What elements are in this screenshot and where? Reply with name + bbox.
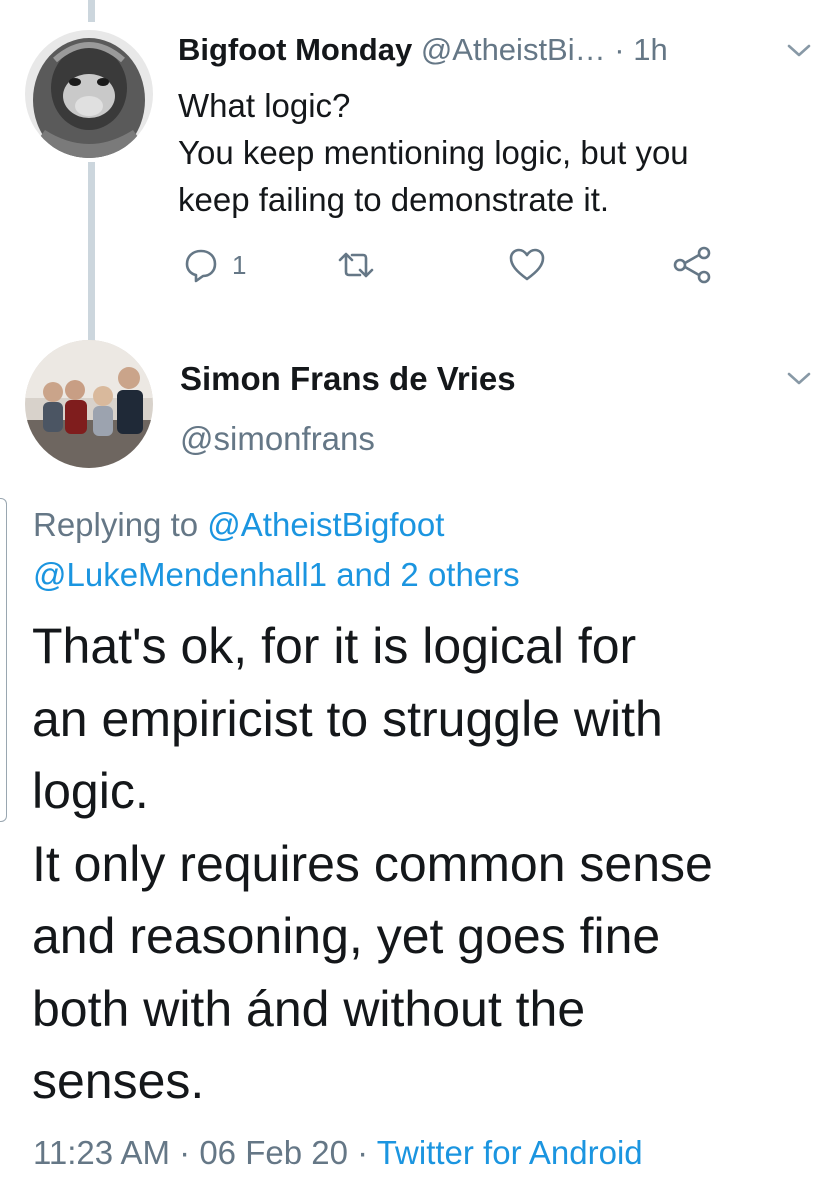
retweet-button[interactable] — [336, 246, 376, 284]
replying-prefix: Replying to — [33, 506, 199, 543]
separator-dot: · — [357, 1134, 369, 1171]
reply-icon — [185, 249, 217, 283]
tweet-text: What logic? You keep mentioning logic, b… — [178, 82, 798, 223]
reply-count: 1 — [232, 249, 247, 280]
tweet-line: logic. — [32, 763, 149, 819]
display-name[interactable]: Bigfoot Monday — [178, 32, 412, 67]
tweet-time: 11:23 AM — [33, 1134, 170, 1171]
tweet-header: Bigfoot Monday @AtheistBi… · 1h — [178, 28, 668, 72]
mention-link[interactable]: @AtheistBigfoot — [207, 506, 444, 543]
tweet-line: and reasoning, yet goes fine — [32, 908, 661, 964]
share-icon — [673, 246, 711, 284]
share-button[interactable] — [672, 246, 712, 284]
display-name[interactable]: Simon Frans de Vries — [180, 355, 516, 403]
like-icon — [509, 248, 545, 281]
replying-to: Replying to @AtheistBigfoot @LukeMendenh… — [33, 500, 813, 600]
tweet-line: senses. — [32, 1053, 205, 1109]
avatar-simon-frans[interactable] — [25, 340, 153, 468]
user-handle[interactable]: @AtheistBi… — [421, 32, 606, 67]
tweet-line: It only requires common sense — [32, 835, 713, 892]
tweet-line: both with ánd without the — [32, 980, 586, 1037]
tweet-date: 06 Feb 20 — [199, 1134, 348, 1171]
tweet-line: keep failing to demonstrate it. — [178, 181, 610, 218]
like-button[interactable] — [508, 246, 546, 284]
separator-dot: · — [179, 1134, 191, 1171]
scroll-edge — [0, 498, 7, 822]
chevron-down-icon[interactable] — [786, 42, 812, 60]
mention-link-others[interactable]: @LukeMendenhall1 and 2 others — [33, 550, 813, 600]
reply-button[interactable]: 1 — [182, 246, 246, 284]
retweet-icon — [338, 252, 374, 278]
tweet-line: What logic? — [178, 87, 351, 124]
timestamp[interactable]: 1h — [633, 32, 667, 67]
avatar-bigfoot-monday[interactable] — [25, 30, 153, 158]
tweet-meta: 11:23 AM · 06 Feb 20 · Twitter for Andro… — [33, 1128, 643, 1178]
user-handle[interactable]: @simonfrans — [180, 415, 375, 463]
tweet-line: You keep mentioning logic, but you — [178, 134, 689, 171]
chevron-down-icon[interactable] — [786, 370, 812, 388]
tweet-body: That's ok, for it is logical for an empi… — [32, 610, 832, 1118]
thread-line — [88, 162, 95, 342]
separator-dot: · — [614, 32, 625, 67]
thread-line — [88, 0, 95, 22]
source-link[interactable]: Twitter for Android — [377, 1134, 643, 1171]
tweet-line: That's ok, for it is logical for — [32, 618, 637, 674]
tweet-line: an empiricist to struggle with — [32, 690, 663, 747]
